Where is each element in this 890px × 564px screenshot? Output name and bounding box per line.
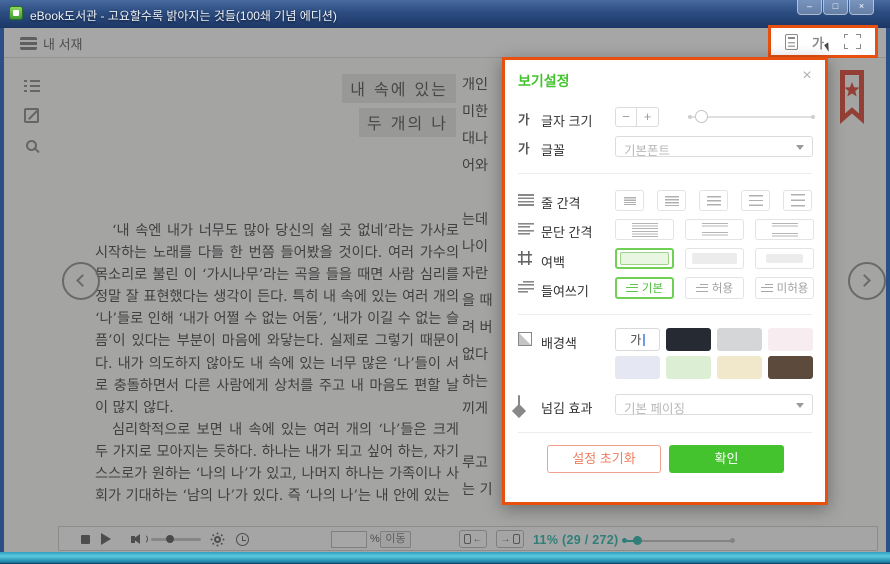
panel-close-icon[interactable]: × (798, 67, 816, 85)
line-spacing-option-2[interactable] (657, 190, 686, 211)
bg-color-swatch-lavender[interactable] (615, 356, 660, 379)
reset-settings-button[interactable]: 설정 초기화 (547, 445, 661, 473)
font-select[interactable]: 기본폰트 (615, 136, 813, 157)
chevron-down-icon (796, 403, 804, 408)
font-select-value: 기본폰트 (624, 140, 670, 159)
window-controls: – □ × (796, 0, 874, 15)
page-turn-effect-value: 기본 페이징 (624, 398, 685, 417)
font-icon: 가 (518, 138, 530, 157)
maximize-button[interactable]: □ (823, 0, 848, 15)
confirm-button[interactable]: 확인 (669, 445, 784, 473)
bg-color-swatch-pink[interactable] (768, 328, 813, 351)
font-settings-icon[interactable]: 가 (812, 33, 830, 50)
minimize-button[interactable]: – (797, 0, 822, 15)
app-window: eBook도서관 - 고요할수록 밝아지는 것들(100쇄 기념 에디션) – … (0, 0, 890, 564)
close-button[interactable]: × (849, 0, 874, 15)
line-spacing-option-1[interactable] (615, 190, 644, 211)
chevron-down-icon (796, 145, 804, 150)
margin-option-1[interactable] (615, 248, 674, 269)
view-settings-panel: 보기설정 × 가 글자 크기 − + 가 글꼴 기본폰트 줄 간격 (502, 57, 828, 505)
font-label: 글꼴 (541, 140, 565, 159)
margin-option-2[interactable] (685, 248, 744, 269)
fullscreen-icon[interactable] (844, 34, 861, 49)
paragraph-spacing-label: 문단 간격 (541, 222, 592, 241)
bg-color-swatch-beige[interactable] (717, 356, 762, 379)
indent-label: 들여쓰기 (541, 281, 589, 300)
app-icon (9, 6, 23, 20)
paragraph-spacing-option-1[interactable] (615, 219, 674, 240)
titlebar: eBook도서관 - 고요할수록 밝아지는 것들(100쇄 기념 에디션) – … (0, 0, 890, 28)
line-spacing-label: 줄 간격 (541, 193, 581, 212)
window-frame-bottom (0, 552, 890, 564)
paragraph-spacing-option-2[interactable] (685, 219, 744, 240)
font-size-decrease-button[interactable]: − (616, 108, 637, 126)
background-color-label: 배경색 (541, 333, 577, 352)
line-spacing-option-4[interactable] (741, 190, 770, 211)
indent-option-disallow[interactable]: 미허용 (755, 277, 814, 299)
window-frame-right (886, 28, 890, 564)
line-spacing-option-5[interactable] (783, 190, 812, 211)
margin-option-3[interactable] (755, 248, 814, 269)
bg-color-swatch-brown[interactable] (768, 356, 813, 379)
font-size-slider[interactable] (688, 107, 815, 127)
bg-color-swatch-gray[interactable] (717, 328, 762, 351)
page-layout-icon[interactable] (785, 34, 798, 50)
paragraph-spacing-option-3[interactable] (755, 219, 814, 240)
line-spacing-icon (518, 194, 534, 206)
page-turn-effect-icon (518, 395, 520, 412)
paragraph-spacing-icon (518, 223, 534, 235)
indent-option-default[interactable]: 기본 (615, 277, 674, 299)
font-size-label: 글자 크기 (541, 111, 592, 130)
bg-color-swatch-white[interactable]: 가 (615, 328, 660, 351)
line-spacing-option-3[interactable] (699, 190, 728, 211)
bg-color-swatch-green[interactable] (666, 356, 711, 379)
indent-option-allow[interactable]: 허용 (685, 277, 744, 299)
margin-icon (518, 251, 532, 265)
window-title: eBook도서관 - 고요할수록 밝아지는 것들(100쇄 기념 에디션) (30, 7, 337, 24)
bg-color-swatch-dark[interactable] (666, 328, 711, 351)
font-size-increase-button[interactable]: + (637, 108, 658, 126)
view-tools-highlight-box: 가 (768, 25, 878, 58)
indent-icon (518, 281, 534, 293)
font-size-stepper: − + (615, 107, 659, 127)
background-color-icon (518, 332, 532, 346)
panel-title: 보기설정 (518, 71, 570, 91)
margin-label: 여백 (541, 252, 565, 271)
font-size-icon: 가 (518, 109, 530, 128)
font-size-slider-handle[interactable] (695, 110, 708, 123)
page-turn-effect-select[interactable]: 기본 페이징 (615, 394, 813, 415)
page-turn-effect-label: 넘김 효과 (541, 398, 592, 417)
